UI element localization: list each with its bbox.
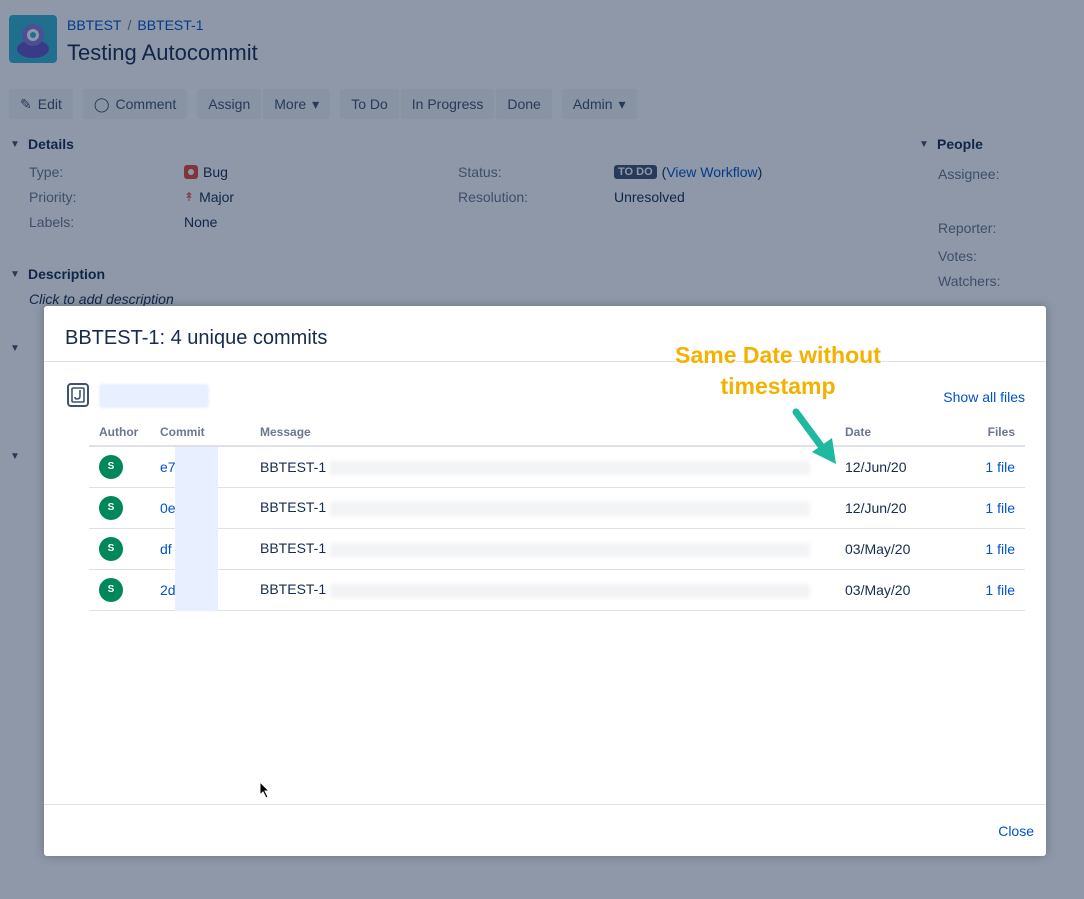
commit-hash-link[interactable]: e7 xyxy=(160,446,218,488)
redacted-hash xyxy=(175,569,218,611)
commit-date: 12/Jun/20 xyxy=(835,487,955,529)
commit-message: BBTEST-1 xyxy=(260,499,327,516)
table-header-row: Author Commit Message Date Files xyxy=(89,418,1025,447)
avatar[interactable]: S xyxy=(99,454,123,479)
message-column-header: Message xyxy=(250,418,835,447)
annotation-arrow-icon xyxy=(792,408,836,464)
redacted-message xyxy=(330,542,811,557)
commits-table: Author Commit Message Date Files S e7 BB… xyxy=(89,418,1025,611)
author-column-header: Author xyxy=(89,418,150,447)
redacted-hash xyxy=(175,487,218,529)
redacted-hash xyxy=(175,528,218,570)
commit-message: BBTEST-1 xyxy=(260,581,327,598)
redacted-message xyxy=(330,583,811,598)
table-row: S 0e BBTEST-1 12/Jun/20 1 file xyxy=(89,487,1025,529)
redacted-message xyxy=(330,501,811,516)
avatar[interactable]: S xyxy=(99,495,123,520)
table-row: S df BBTEST-1 03/May/20 1 file xyxy=(89,528,1025,570)
files-link[interactable]: 1 file xyxy=(985,459,1015,475)
commit-date: 03/May/20 xyxy=(835,569,955,611)
repository-name[interactable] xyxy=(99,384,209,408)
commit-column-header: Commit xyxy=(150,418,250,447)
commit-date: 03/May/20 xyxy=(835,528,955,570)
commit-message: BBTEST-1 xyxy=(260,458,327,475)
repository-icon xyxy=(67,383,89,407)
redacted-hash xyxy=(175,446,218,488)
commit-hash-link[interactable]: df xyxy=(160,528,218,570)
commit-message: BBTEST-1 xyxy=(260,540,327,557)
commit-hash-link[interactable]: 2d xyxy=(160,569,218,611)
mouse-cursor-icon xyxy=(259,781,271,799)
avatar[interactable]: S xyxy=(99,577,123,602)
show-all-files-link[interactable]: Show all files xyxy=(943,389,1025,405)
date-column-header: Date xyxy=(835,418,955,447)
files-link[interactable]: 1 file xyxy=(985,582,1015,598)
commit-hash-link[interactable]: 0e xyxy=(160,487,218,529)
files-link[interactable]: 1 file xyxy=(985,500,1015,516)
table-row: S e7 BBTEST-1 12/Jun/20 1 file xyxy=(89,446,1025,488)
files-link[interactable]: 1 file xyxy=(985,541,1015,557)
redacted-message xyxy=(330,460,811,475)
commit-date: 12/Jun/20 xyxy=(835,446,955,488)
table-row: S 2d BBTEST-1 03/May/20 1 file xyxy=(89,569,1025,611)
dialog-title: BBTEST-1: 4 unique commits xyxy=(65,327,328,349)
avatar[interactable]: S xyxy=(99,536,123,561)
dialog-footer-divider xyxy=(44,804,1046,805)
annotation-callout: Same Date without timestamp xyxy=(675,342,881,399)
close-button[interactable]: Close xyxy=(998,823,1034,839)
files-column-header: Files xyxy=(955,418,1025,447)
